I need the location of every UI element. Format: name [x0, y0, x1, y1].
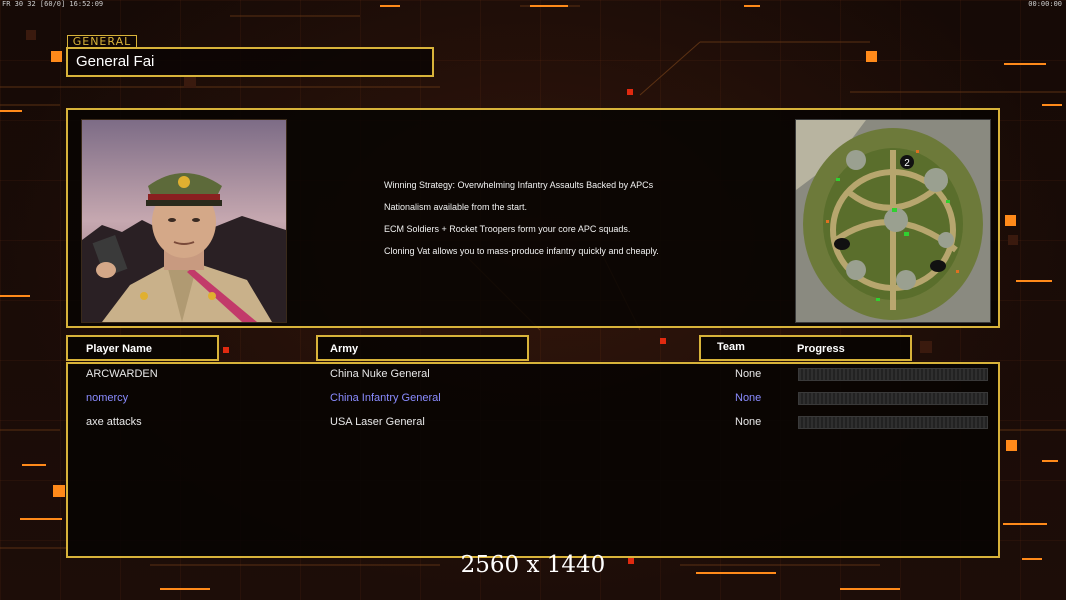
general-info-panel: Winning Strategy: Overwhelming Infantry … — [66, 108, 1000, 328]
resolution-overlay: 2560 x 1440 — [460, 552, 606, 578]
player-row: axe attacks USA Laser General None — [68, 414, 998, 432]
strategy-line: Cloning Vat allows you to mass-produce i… — [384, 246, 659, 256]
column-header-label: Player Name — [86, 343, 153, 355]
player-team: None — [735, 368, 762, 380]
player-row: ARCWARDEN China Nuke General None — [68, 366, 998, 384]
column-header-label: Army — [330, 343, 359, 355]
player-progress-bar — [798, 416, 988, 429]
strategy-line: Winning Strategy: Overwhelming Infantry … — [384, 180, 654, 190]
player-row: nomercy China Infantry General None — [68, 390, 998, 408]
player-list: ARCWARDEN China Nuke General None nomerc… — [66, 362, 1000, 558]
player-army: China Nuke General — [330, 368, 430, 380]
column-header-progress: Progress — [797, 343, 845, 355]
strategy-line: Nationalism available from the start. — [384, 202, 528, 212]
player-army: China Infantry General — [330, 392, 441, 404]
column-header-team: Team — [717, 341, 745, 353]
column-header-army[interactable]: Army — [316, 335, 529, 361]
player-progress-bar — [798, 392, 988, 405]
game-clock: 00:00:00 — [1028, 0, 1062, 8]
general-portrait — [81, 119, 287, 323]
strategy-description: Winning Strategy: Overwhelming Infantry … — [384, 180, 659, 268]
column-header-player-name[interactable]: Player Name — [66, 335, 219, 361]
player-progress-bar — [798, 368, 988, 381]
general-name-field: General Fai — [66, 47, 434, 77]
fps-readout: FR 30 32 [60/0] 16:52:09 — [2, 0, 104, 8]
column-header-team-progress[interactable]: Team Progress — [699, 335, 912, 361]
player-name: nomercy — [86, 392, 129, 404]
player-name: axe attacks — [86, 416, 142, 428]
player-team: None — [735, 416, 762, 428]
player-army: USA Laser General — [330, 416, 425, 428]
strategy-line: ECM Soldiers + Rocket Troopers form your… — [384, 224, 631, 234]
map-preview: 2 — [795, 119, 991, 323]
player-team: None — [735, 392, 762, 404]
map-marker-label: 2 — [904, 158, 910, 169]
player-name: ARCWARDEN — [86, 368, 158, 380]
